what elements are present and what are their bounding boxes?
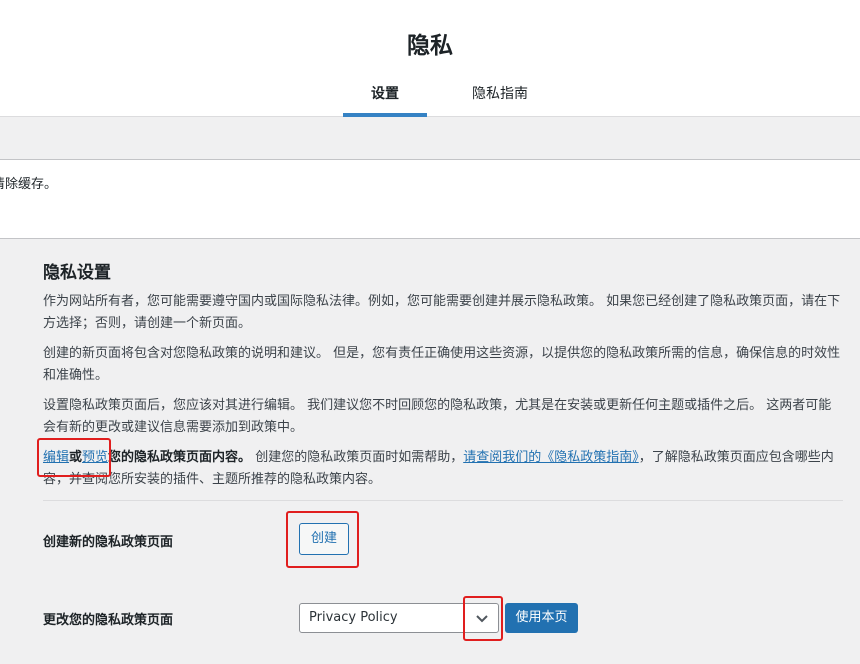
- new-page-paragraph: 创建的新页面将包含对您隐私政策的说明和建议。 但是，您有责任正确使用这些资源，以…: [43, 346, 841, 383]
- bold-content-text: 您的隐私政策页面内容。: [108, 450, 252, 465]
- create-page-label: 创建新的隐私政策页面: [43, 535, 174, 550]
- help-text: 创建您的隐私政策页面时如需帮助，: [251, 450, 464, 465]
- highlight-box-edit: [37, 438, 111, 477]
- highlight-box-create: [286, 511, 359, 568]
- notice-text: 清除缓存。: [0, 177, 58, 192]
- notice-banner: 清除缓存。: [0, 159, 860, 239]
- page-header: 隐私 设置 隐私指南: [0, 0, 860, 117]
- page-title: 隐私: [407, 33, 453, 59]
- select-value: Privacy Policy: [309, 610, 398, 625]
- use-this-page-button[interactable]: 使用本页: [505, 603, 578, 633]
- privacy-guide-link[interactable]: 请查阅我们的《隐私政策指南》: [463, 450, 639, 465]
- divider: [43, 500, 843, 501]
- highlight-box-dropdown: [463, 596, 503, 641]
- edit-advice-paragraph: 设置隐私政策页面后，您应该对其进行编辑。 我们建议您不时回顾您的隐私政策，尤其是…: [43, 398, 832, 435]
- guide-paragraph: 编辑或预览您的隐私政策页面内容。 创建您的隐私政策页面时如需帮助，请查阅我们的《…: [43, 447, 843, 491]
- intro-paragraph: 作为网站所有者，您可能需要遵守国内或国际隐私法律。例如，您可能需要创建并展示隐私…: [43, 294, 841, 331]
- section-title: 隐私设置: [43, 263, 111, 283]
- change-page-label: 更改您的隐私政策页面: [43, 613, 174, 628]
- privacy-settings-section: 隐私设置 作为网站所有者，您可能需要遵守国内或国际隐私法律。例如，您可能需要创建…: [43, 258, 843, 633]
- tab-settings[interactable]: 设置: [343, 83, 427, 117]
- tab-privacy-guide[interactable]: 隐私指南: [458, 83, 542, 117]
